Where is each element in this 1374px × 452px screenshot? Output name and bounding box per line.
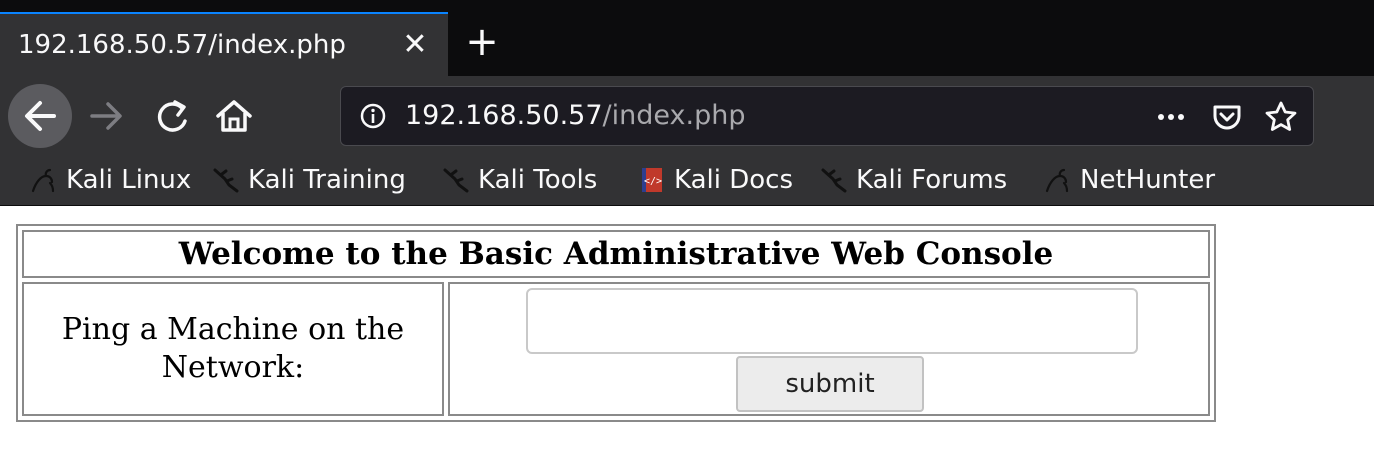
tab-title: 192.168.50.57/index.php xyxy=(18,30,346,60)
reload-button[interactable] xyxy=(150,94,194,138)
url-path: /index.php xyxy=(602,100,746,131)
star-icon[interactable] xyxy=(1263,99,1299,135)
bookmark-label: Kali Linux xyxy=(66,165,192,195)
bookmark-label: Kali Docs xyxy=(674,165,794,195)
kali-dragon-icon xyxy=(443,168,469,193)
pocket-icon[interactable] xyxy=(1209,99,1245,135)
url-host: 192.168.50.57 xyxy=(405,100,603,131)
console-table: Welcome to the Basic Administrative Web … xyxy=(16,224,1216,422)
nethunter-icon xyxy=(1045,168,1069,193)
back-button[interactable] xyxy=(8,84,72,148)
bookmark-label: Kali Tools xyxy=(478,165,598,195)
url-bar[interactable]: 192.168.50.57/index.php xyxy=(340,86,1314,146)
submit-button[interactable]: submit xyxy=(736,356,924,412)
info-icon[interactable] xyxy=(359,102,387,130)
home-button[interactable] xyxy=(212,94,256,138)
back-arrow-icon xyxy=(25,101,56,131)
ping-input[interactable] xyxy=(526,288,1138,354)
page-title: Welcome to the Basic Administrative Web … xyxy=(22,230,1210,278)
tab-strip: 192.168.50.57/index.php ✕ + xyxy=(0,0,1374,76)
kali-dragon-icon xyxy=(213,168,239,193)
ping-label: Ping a Machine on the Network: xyxy=(61,312,405,385)
tab-active[interactable]: 192.168.50.57/index.php ✕ xyxy=(0,12,448,76)
more-horizontal-icon[interactable] xyxy=(1153,99,1189,135)
bookmarks-toolbar: Kali Linux Kali Training Kali Tools </> … xyxy=(0,156,1374,206)
kali-docs-icon: </> xyxy=(642,168,662,192)
bookmark-kali-training[interactable]: Kali Training xyxy=(212,162,406,198)
forward-arrow-icon xyxy=(90,102,122,130)
bookmark-kali-forums[interactable]: Kali Forums xyxy=(820,162,1007,198)
kali-dragon-icon xyxy=(31,168,55,193)
new-tab-icon[interactable]: + xyxy=(462,22,502,62)
forward-button[interactable] xyxy=(84,94,128,138)
ping-label-cell: Ping a Machine on the Network: xyxy=(22,282,444,416)
home-icon xyxy=(216,100,252,132)
reload-icon xyxy=(157,100,187,132)
bookmark-label: Kali Training xyxy=(248,165,406,195)
bookmark-label: NetHunter xyxy=(1080,165,1216,195)
svg-text:</>: </> xyxy=(644,176,662,187)
close-tab-icon[interactable]: ✕ xyxy=(398,28,432,62)
ping-form-cell: submit xyxy=(448,282,1210,416)
bookmark-nethunter[interactable]: NetHunter xyxy=(1044,162,1215,198)
kali-dragon-icon xyxy=(821,168,847,193)
bookmark-kali-docs[interactable]: </> Kali Docs xyxy=(638,162,793,198)
nav-bar: 192.168.50.57/index.php xyxy=(0,76,1374,156)
bookmark-label: Kali Forums xyxy=(856,165,1008,195)
bookmark-kali-tools[interactable]: Kali Tools xyxy=(442,162,597,198)
bookmark-kali-linux[interactable]: Kali Linux xyxy=(30,162,191,198)
url-text[interactable]: 192.168.50.57/index.php xyxy=(405,100,745,131)
